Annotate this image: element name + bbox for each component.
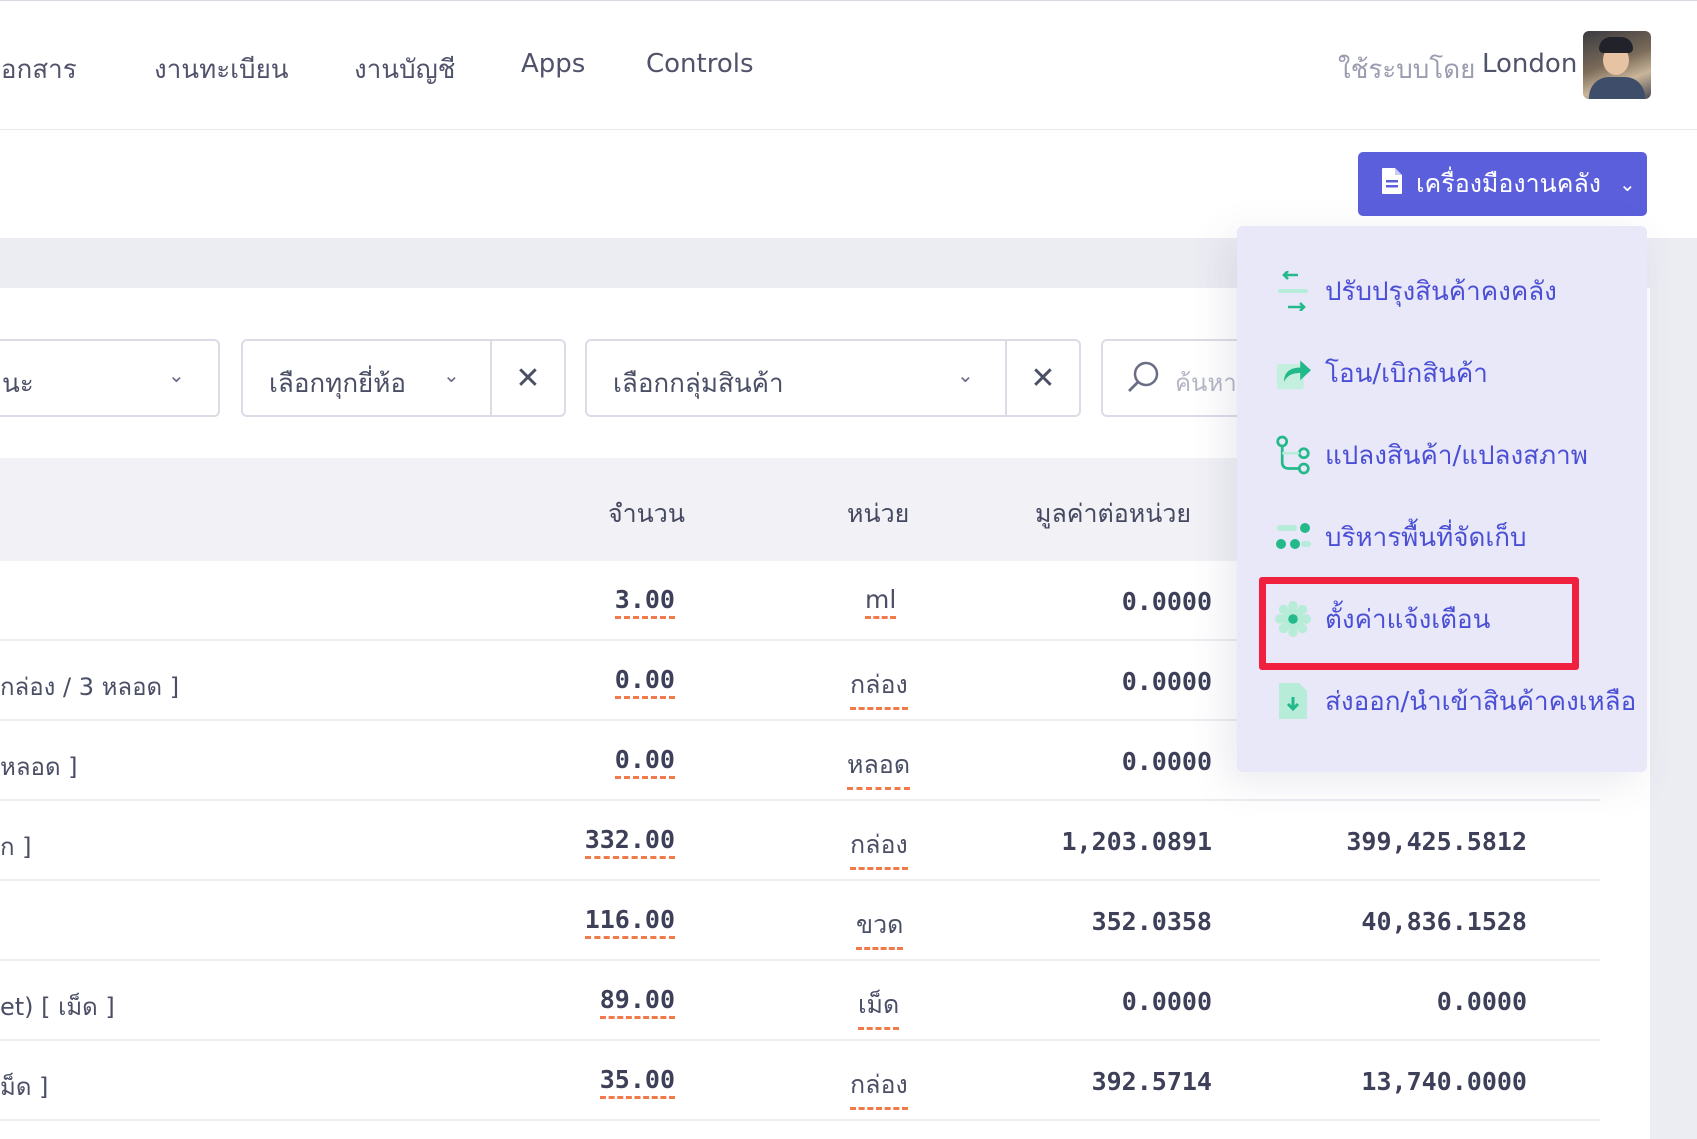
nav-item-controls[interactable]: Controls: [646, 49, 754, 79]
document-icon: [1380, 167, 1404, 201]
inventory-tools-label: เครื่องมืองานคลัง: [1416, 169, 1601, 198]
row-qty[interactable]: 3.00: [614, 585, 675, 619]
close-icon: ✕: [515, 360, 541, 396]
menu-item-export-import-stock[interactable]: ส่งออก/นำเข้าสินค้าคงเหลือ: [1275, 676, 1636, 726]
highlight-annotation: [1259, 577, 1579, 670]
row-qty[interactable]: 0.00: [614, 745, 675, 779]
nav-item-accounting[interactable]: งานบัญชี: [354, 49, 455, 90]
row-unit-value: 0.0000: [1121, 747, 1212, 776]
inventory-tools-menu: ปรับปรุงสินค้าคงคลัง โอน/เบิกสินค้า แปลง…: [1237, 226, 1647, 772]
brand-select-value: เลือกทุกยี่ห้อ: [269, 369, 407, 399]
chevron-down-icon: ⌄: [1619, 172, 1636, 196]
menu-item-label: ปรับปรุงสินค้าคงคลัง: [1325, 276, 1557, 307]
row-unit-value: 392.5714: [1091, 1067, 1212, 1096]
nav-item-registration[interactable]: งานทะเบียน: [154, 49, 289, 90]
row-unit[interactable]: เม็ด: [858, 985, 900, 1030]
avatar[interactable]: [1583, 31, 1651, 99]
chevron-down-icon: ⌄: [957, 363, 974, 387]
row-total-value: 40,836.1528: [1361, 907, 1527, 936]
row-name: ม็ด ]: [0, 1073, 49, 1101]
search-icon: [1125, 359, 1161, 402]
row-unit-value: 352.0358: [1091, 907, 1212, 936]
row-qty[interactable]: 0.00: [614, 665, 675, 699]
right-scroll-area: [1650, 288, 1697, 1139]
column-header-unit[interactable]: หน่วย: [847, 494, 909, 534]
row-qty[interactable]: 35.00: [599, 1065, 675, 1099]
row-name: ก ]: [0, 833, 32, 861]
menu-item-storage-management[interactable]: บริหารพื้นที่จัดเก็บ: [1275, 512, 1526, 562]
menu-item-adjust-stock[interactable]: ปรับปรุงสินค้าคงคลัง: [1275, 266, 1557, 316]
row-name: กล่อง / 3 หลอด ]: [0, 673, 180, 701]
table-row[interactable]: 116.00 ขวด 352.0358 40,836.1528: [0, 881, 1600, 961]
table-row[interactable]: et) [ เม็ด ] 89.00 เม็ด 0.0000 0.0000: [0, 961, 1600, 1041]
menu-item-label: บริหารพื้นที่จัดเก็บ: [1325, 522, 1527, 553]
row-unit[interactable]: กล่อง: [850, 825, 908, 870]
row-unit[interactable]: หลอด: [847, 745, 911, 790]
clear-brand-button[interactable]: ✕: [490, 341, 564, 415]
row-unit-value: 1,203.0891: [1061, 827, 1212, 856]
share-arrow-icon: [1275, 355, 1311, 391]
search-placeholder: ค้นหา: [1175, 369, 1237, 397]
top-navigation: เอกสาร งานทะเบียน งานบัญชี Apps Controls…: [0, 0, 1697, 130]
storage-dots-icon: [1275, 519, 1311, 555]
file-download-icon: [1275, 683, 1311, 719]
user-label: ใช้ระบบโดย: [1338, 55, 1476, 85]
status-select[interactable]: นะ ⌄: [0, 339, 220, 417]
adjust-arrows-icon: [1275, 271, 1311, 311]
row-qty[interactable]: 332.00: [584, 825, 675, 859]
row-unit[interactable]: ขวด: [856, 905, 904, 950]
row-unit[interactable]: ml: [865, 585, 897, 619]
row-total-value: 399,425.5812: [1346, 827, 1527, 856]
status-select-value: นะ: [2, 369, 34, 399]
menu-item-convert-product[interactable]: แปลงสินค้า/แปลงสภาพ: [1275, 430, 1588, 480]
close-icon: ✕: [1030, 360, 1056, 396]
column-header-qty[interactable]: จำนวน: [608, 494, 685, 534]
user-name[interactable]: London: [1482, 49, 1577, 79]
row-name: et) [ เม็ด ]: [0, 993, 115, 1021]
row-total-value: 0.0000: [1436, 987, 1527, 1016]
row-unit[interactable]: กล่อง: [850, 1065, 908, 1110]
row-unit-value: 0.0000: [1121, 587, 1212, 616]
nav-item-documents[interactable]: เอกสาร: [0, 49, 77, 90]
product-group-value: เลือกกลุ่มสินค้า: [613, 369, 784, 399]
table-row[interactable]: ม็ด ] 35.00 กล่อง 392.5714 13,740.0000: [0, 1041, 1600, 1121]
menu-item-label: ส่งออก/นำเข้าสินค้าคงเหลือ: [1325, 686, 1637, 717]
row-qty[interactable]: 116.00: [584, 905, 675, 939]
chevron-down-icon: ⌄: [168, 363, 185, 387]
row-unit[interactable]: กล่อง: [850, 665, 908, 710]
chevron-down-icon: ⌄: [443, 363, 460, 387]
column-header-unit-value[interactable]: มูลค่าต่อหน่วย: [1035, 494, 1191, 534]
clear-group-button[interactable]: ✕: [1005, 341, 1079, 415]
menu-item-label: แปลงสินค้า/แปลงสภาพ: [1325, 440, 1588, 471]
menu-item-transfer-withdraw[interactable]: โอน/เบิกสินค้า: [1275, 348, 1488, 398]
nav-item-apps[interactable]: Apps: [521, 49, 585, 79]
row-unit-value: 0.0000: [1121, 667, 1212, 696]
row-qty[interactable]: 89.00: [599, 985, 675, 1019]
inventory-tools-button[interactable]: เครื่องมืองานคลัง ⌄: [1358, 152, 1647, 216]
product-group-select[interactable]: เลือกกลุ่มสินค้า ⌄ ✕: [585, 339, 1081, 417]
row-unit-value: 0.0000: [1121, 987, 1212, 1016]
git-branch-icon: [1275, 435, 1311, 475]
brand-select[interactable]: เลือกทุกยี่ห้อ ⌄ ✕: [241, 339, 566, 417]
menu-item-label: โอน/เบิกสินค้า: [1325, 358, 1488, 389]
row-name: หลอด ]: [0, 753, 78, 781]
table-row[interactable]: ก ] 332.00 กล่อง 1,203.0891 399,425.5812: [0, 801, 1600, 881]
row-total-value: 13,740.0000: [1361, 1067, 1527, 1096]
